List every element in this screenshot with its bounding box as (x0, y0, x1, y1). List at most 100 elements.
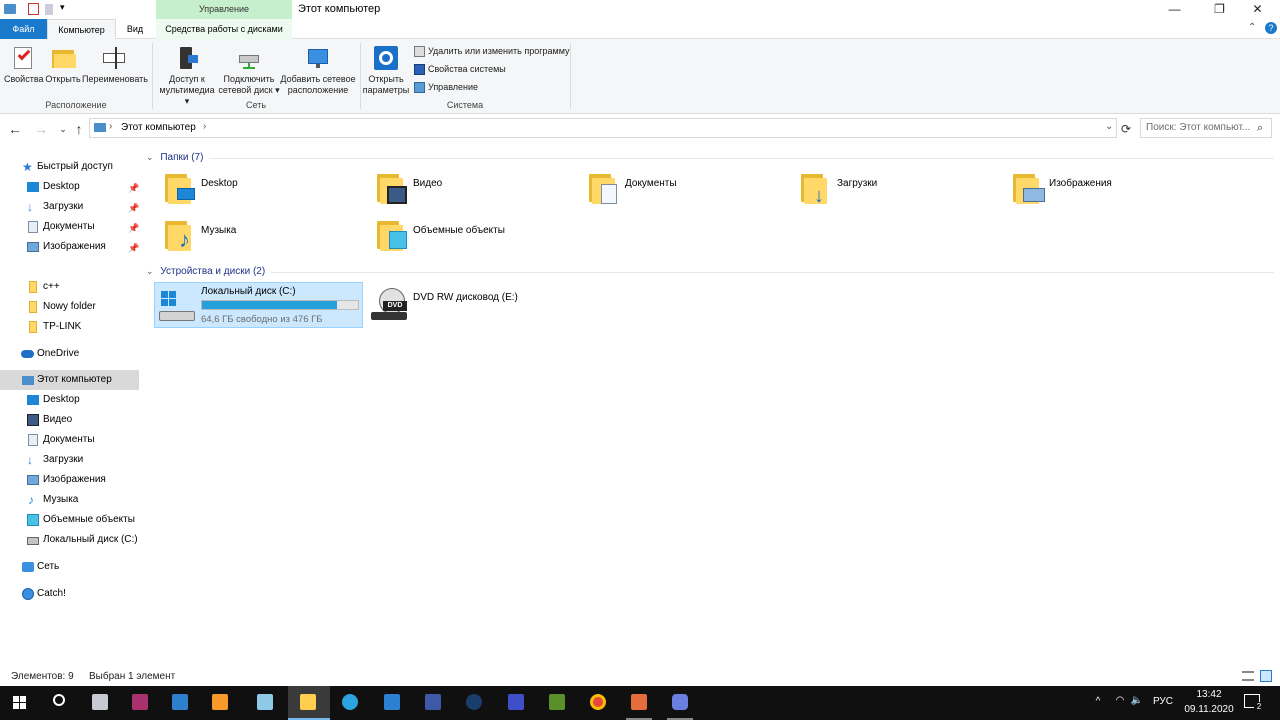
nav-quick-pictures[interactable]: Изображения 📌 (0, 237, 139, 257)
pin-icon[interactable]: 📌 (128, 218, 139, 238)
taskbar-app-discord[interactable] (660, 686, 700, 720)
nav-onedrive[interactable]: OneDrive (0, 344, 139, 364)
open-folder-icon (50, 45, 76, 71)
pin-icon[interactable]: 📌 (128, 198, 139, 218)
nav-folder-cpp[interactable]: c++ (0, 277, 139, 297)
nav-this-pc[interactable]: Этот компьютер (0, 370, 139, 390)
search-input[interactable]: Поиск: Этот компьют... ⌕ (1140, 118, 1272, 138)
properties-qat-icon[interactable] (28, 3, 39, 15)
volume-icon[interactable]: 🔈 (1130, 695, 1144, 706)
taskbar-app-task-view[interactable] (80, 686, 120, 720)
tab-computer[interactable]: Компьютер (47, 19, 116, 39)
large-icons-view-icon[interactable] (1260, 670, 1272, 682)
folder-tile-documents[interactable]: Документы (585, 170, 785, 214)
devices-section-header[interactable]: ⌄ Устройства и диски (2) (146, 266, 265, 277)
wifi-icon[interactable]: ◠ (1113, 695, 1127, 706)
folder-tile-downloads[interactable]: ↓ Загрузки (797, 170, 997, 214)
nav-folder-tplink[interactable]: TP-LINK (0, 317, 139, 337)
qat-dropdown-icon[interactable]: ▾ (60, 2, 65, 13)
nav-pc-documents[interactable]: Документы (0, 430, 139, 450)
start-button[interactable] (0, 686, 40, 720)
open-settings-button[interactable]: Открыть параметры (362, 41, 410, 96)
taskbar-app-mail[interactable] (372, 686, 412, 720)
taskbar-app-minecraft[interactable] (537, 686, 577, 720)
taskbar-app-steam[interactable] (454, 686, 494, 720)
system-properties-button[interactable]: Свойства системы (414, 62, 506, 76)
folder-tile-music[interactable]: ♪ Музыка (161, 217, 361, 261)
clock-time[interactable]: 13:42 (1184, 689, 1234, 700)
pin-icon[interactable]: 📌 (128, 238, 139, 258)
folder-tile-videos[interactable]: Видео (373, 170, 573, 214)
taskbar-app-sketch[interactable] (619, 686, 659, 720)
nav-quick-access[interactable]: ★ Быстрый доступ (0, 157, 139, 177)
uninstall-program-button[interactable]: Удалить или изменить программу (414, 44, 569, 58)
taskbar-app-sublime[interactable] (200, 686, 240, 720)
media-access-button[interactable]: Доступ к мультимедиа ▾ (156, 41, 218, 107)
navigation-bar: ← → ⌄ ↑ › Этот компьютер › ⌄ ⟳ Поиск: Эт… (0, 116, 1280, 142)
add-network-location-button[interactable]: Добавить сетевое расположение (280, 41, 356, 96)
folder-tile-pictures[interactable]: Изображения (1009, 170, 1209, 214)
clock-date[interactable]: 09.11.2020 (1179, 704, 1239, 715)
minimize-button[interactable]: — (1152, 0, 1197, 19)
folders-section-header[interactable]: ⌄ Папки (7) (146, 152, 203, 163)
breadcrumb-chevron-icon[interactable]: › (109, 121, 112, 132)
breadcrumb-chevron-icon[interactable]: › (203, 121, 206, 132)
folder-tile-desktop[interactable]: Desktop (161, 170, 361, 214)
properties-button[interactable]: Свойства (4, 41, 44, 85)
nav-pc-3d-objects[interactable]: Объемные объекты (0, 510, 139, 530)
new-folder-qat-icon[interactable] (45, 4, 53, 15)
rename-button[interactable]: Переименовать (82, 41, 148, 85)
collapse-chevron-icon[interactable]: ⌄ (146, 266, 154, 276)
input-language[interactable]: РУС (1148, 696, 1178, 707)
nav-pc-downloads[interactable]: ↓ Загрузки (0, 450, 139, 470)
nav-quick-downloads[interactable]: ↓ Загрузки 📌 (0, 197, 139, 217)
show-hidden-icons-button[interactable]: ^ (1092, 696, 1104, 707)
nav-label: OneDrive (37, 348, 80, 359)
close-button[interactable]: ✕ (1235, 0, 1280, 19)
address-dropdown-icon[interactable]: ⌄ (1105, 121, 1113, 132)
breadcrumb-this-pc[interactable]: Этот компьютер (121, 122, 196, 133)
nav-label: Этот компьютер (37, 374, 112, 385)
nav-quick-documents[interactable]: Документы 📌 (0, 217, 139, 237)
nav-folder-nowy[interactable]: Nowy folder (0, 297, 139, 317)
nav-pc-desktop[interactable]: Desktop (0, 390, 139, 410)
ribbon-collapse-icon[interactable]: ⌃ (1248, 22, 1256, 33)
taskbar-app-devcpp[interactable] (413, 686, 453, 720)
up-button[interactable]: ↑ (70, 120, 88, 138)
forward-button[interactable]: → (32, 120, 50, 138)
refresh-button[interactable]: ⟳ (1117, 120, 1135, 138)
manage-button[interactable]: Управление (414, 80, 478, 94)
nav-pc-local-disk[interactable]: Локальный диск (C:) (0, 530, 139, 550)
back-button[interactable]: ← (6, 120, 24, 138)
drive-name: Локальный диск (C:) (201, 286, 296, 297)
tab-view[interactable]: Вид (116, 19, 154, 39)
open-settings-label: Открыть параметры (362, 74, 410, 95)
taskbar-app-chrome[interactable] (578, 686, 618, 720)
address-bar[interactable]: › Этот компьютер › ⌄ (89, 118, 1117, 138)
open-button[interactable]: Открыть (44, 41, 82, 85)
collapse-chevron-icon[interactable]: ⌄ (146, 152, 154, 162)
nav-pc-pictures[interactable]: Изображения (0, 470, 139, 490)
drive-tile-local-c[interactable]: Локальный диск (C:) 64,6 ГБ свободно из … (154, 282, 363, 328)
nav-network[interactable]: Сеть (0, 557, 139, 577)
tab-file[interactable]: Файл (0, 19, 47, 39)
map-drive-button[interactable]: Подключить сетевой диск ▾ (218, 41, 280, 96)
search-taskbar-button[interactable] (40, 686, 80, 720)
taskbar-app-remote[interactable] (160, 686, 200, 720)
drive-tile-dvd-e[interactable]: DVD DVD RW дисковод (E:) (367, 282, 577, 328)
tab-drive-tools[interactable]: Средства работы с дисками (156, 19, 292, 39)
details-view-icon[interactable] (1242, 671, 1254, 681)
network-drive-icon (236, 45, 262, 71)
help-icon[interactable]: ? (1265, 22, 1277, 34)
taskbar-app-winrar[interactable] (120, 686, 160, 720)
nav-catch[interactable]: Catch! (0, 584, 139, 604)
taskbar-app-explorer[interactable] (288, 686, 330, 720)
nav-quick-desktop[interactable]: Desktop 📌 (0, 177, 139, 197)
nav-pc-videos[interactable]: Видео (0, 410, 139, 430)
taskbar-app-telegram[interactable] (330, 686, 370, 720)
taskbar-app-notes[interactable] (245, 686, 285, 720)
folder-tile-3d-objects[interactable]: Объемные объекты (373, 217, 573, 261)
nav-pc-music[interactable]: ♪ Музыка (0, 490, 139, 510)
taskbar-app-screen[interactable] (496, 686, 536, 720)
pin-icon[interactable]: 📌 (128, 178, 139, 198)
